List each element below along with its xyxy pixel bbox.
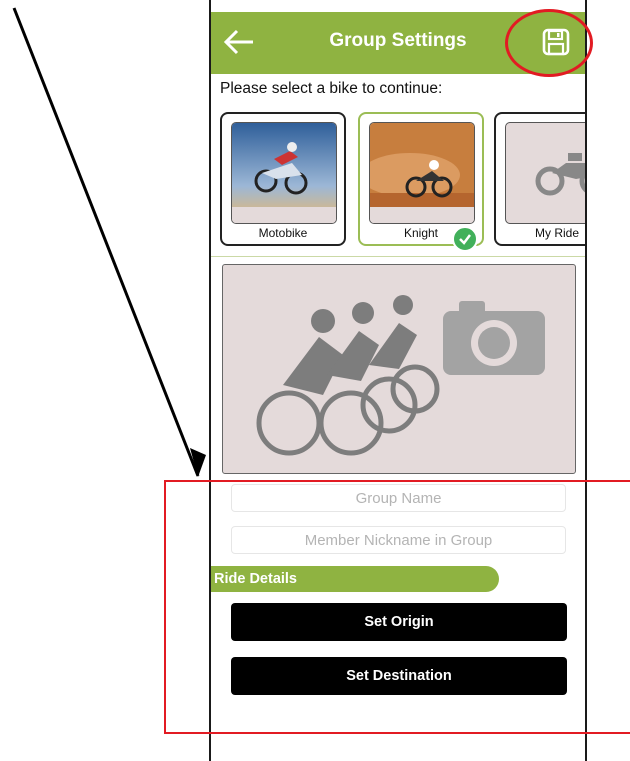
camera-icon <box>443 301 545 375</box>
motorcycle-icon <box>535 153 585 196</box>
bike-photo <box>231 122 337 224</box>
select-bike-prompt: Please select a bike to continue: <box>220 80 443 97</box>
bike-card-knight[interactable]: Knight <box>358 112 484 252</box>
annotation-highlight-box <box>164 480 630 734</box>
bike-carousel[interactable]: Motobike Knight My Ride <box>211 106 585 257</box>
selected-check-icon <box>452 226 478 252</box>
group-photo-picker[interactable] <box>222 264 576 474</box>
cyclists-icon <box>256 295 440 456</box>
bike-card-motobike[interactable]: Motobike <box>220 112 346 246</box>
bike-label: Motobike <box>258 226 308 240</box>
bike-card-my-ride[interactable]: My Ride <box>494 112 585 246</box>
bike-photo <box>369 122 475 224</box>
annotation-circle <box>505 9 593 77</box>
bike-label: My Ride <box>534 226 579 240</box>
bike-placeholder <box>505 122 585 224</box>
